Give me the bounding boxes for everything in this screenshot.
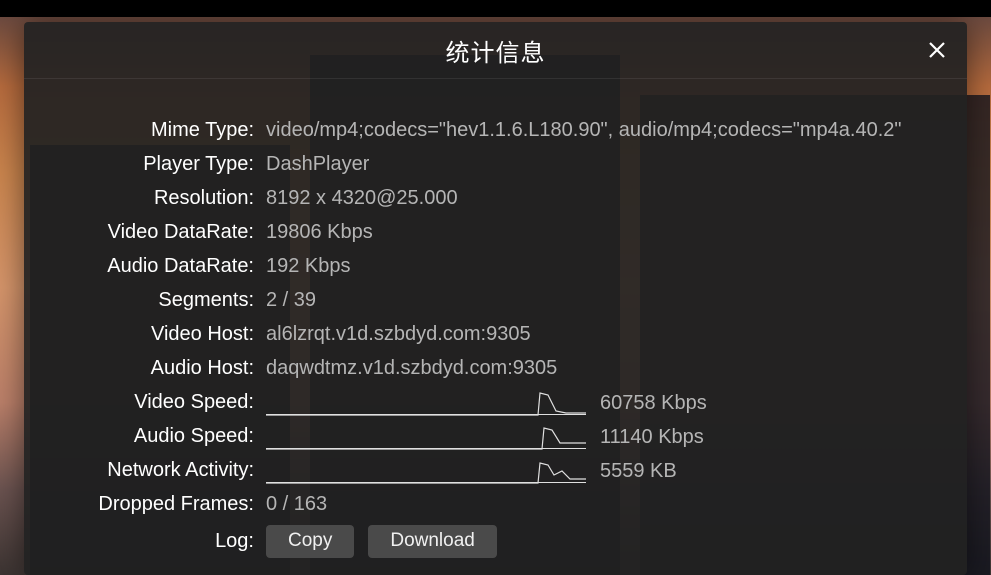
value-segments: 2 / 39 [266,289,316,312]
row-dropped-frames: Dropped Frames: 0 / 163 [64,491,927,517]
row-resolution: Resolution: 8192 x 4320@25.000 [64,185,927,211]
value-video-host: al6lzrqt.v1d.szbdyd.com:9305 [266,323,531,346]
label-segments: Segments: [64,289,266,312]
row-segments: Segments: 2 / 39 [64,287,927,313]
label-log: Log: [64,530,266,553]
value-network-activity: 5559 KB [600,460,677,483]
close-icon [927,40,947,60]
row-network-activity: Network Activity: 5559 KB [64,457,927,483]
row-video-datarate: Video DataRate: 19806 Kbps [64,219,927,245]
label-network-activity: Network Activity: [64,459,266,482]
value-audio-host: daqwdtmz.v1d.szbdyd.com:9305 [266,357,557,380]
label-player-type: Player Type: [64,153,266,176]
value-audio-datarate: 192 Kbps [266,255,351,278]
row-audio-host: Audio Host: daqwdtmz.v1d.szbdyd.com:9305 [64,355,927,381]
label-video-host: Video Host: [64,323,266,346]
value-dropped-frames: 0 / 163 [266,493,327,516]
sparkline-network-activity [266,458,586,483]
row-audio-speed: Audio Speed: 11140 Kbps [64,423,927,449]
label-dropped-frames: Dropped Frames: [64,493,266,516]
download-button[interactable]: Download [368,525,497,558]
label-resolution: Resolution: [64,187,266,210]
label-video-speed: Video Speed: [64,391,266,414]
label-audio-host: Audio Host: [64,357,266,380]
sparkline-video-speed [266,390,586,415]
label-video-datarate: Video DataRate: [64,221,266,244]
row-log: Log: Copy Download [64,525,927,558]
value-audio-speed: 11140 Kbps [600,426,704,449]
row-player-type: Player Type: DashPlayer [64,151,927,177]
copy-button[interactable]: Copy [266,525,354,558]
stats-modal: 统计信息 Mime Type: video/mp4;codecs="hev1.1… [24,22,967,575]
label-mime-type: Mime Type: [64,119,266,142]
modal-title: 统计信息 [446,33,546,68]
row-mime-type: Mime Type: video/mp4;codecs="hev1.1.6.L1… [64,117,927,143]
value-video-speed: 60758 Kbps [600,392,707,415]
value-resolution: 8192 x 4320@25.000 [266,187,458,210]
label-audio-speed: Audio Speed: [64,425,266,448]
modal-header: 统计信息 [24,22,967,79]
stats-body: Mime Type: video/mp4;codecs="hev1.1.6.L1… [24,79,967,575]
row-video-host: Video Host: al6lzrqt.v1d.szbdyd.com:9305 [64,321,927,347]
row-video-speed: Video Speed: 60758 Kbps [64,389,927,415]
value-mime-type: video/mp4;codecs="hev1.1.6.L180.90", aud… [266,119,902,142]
sparkline-audio-speed [266,424,586,449]
value-player-type: DashPlayer [266,153,369,176]
close-button[interactable] [923,36,951,64]
value-video-datarate: 19806 Kbps [266,221,373,244]
label-audio-datarate: Audio DataRate: [64,255,266,278]
row-audio-datarate: Audio DataRate: 192 Kbps [64,253,927,279]
